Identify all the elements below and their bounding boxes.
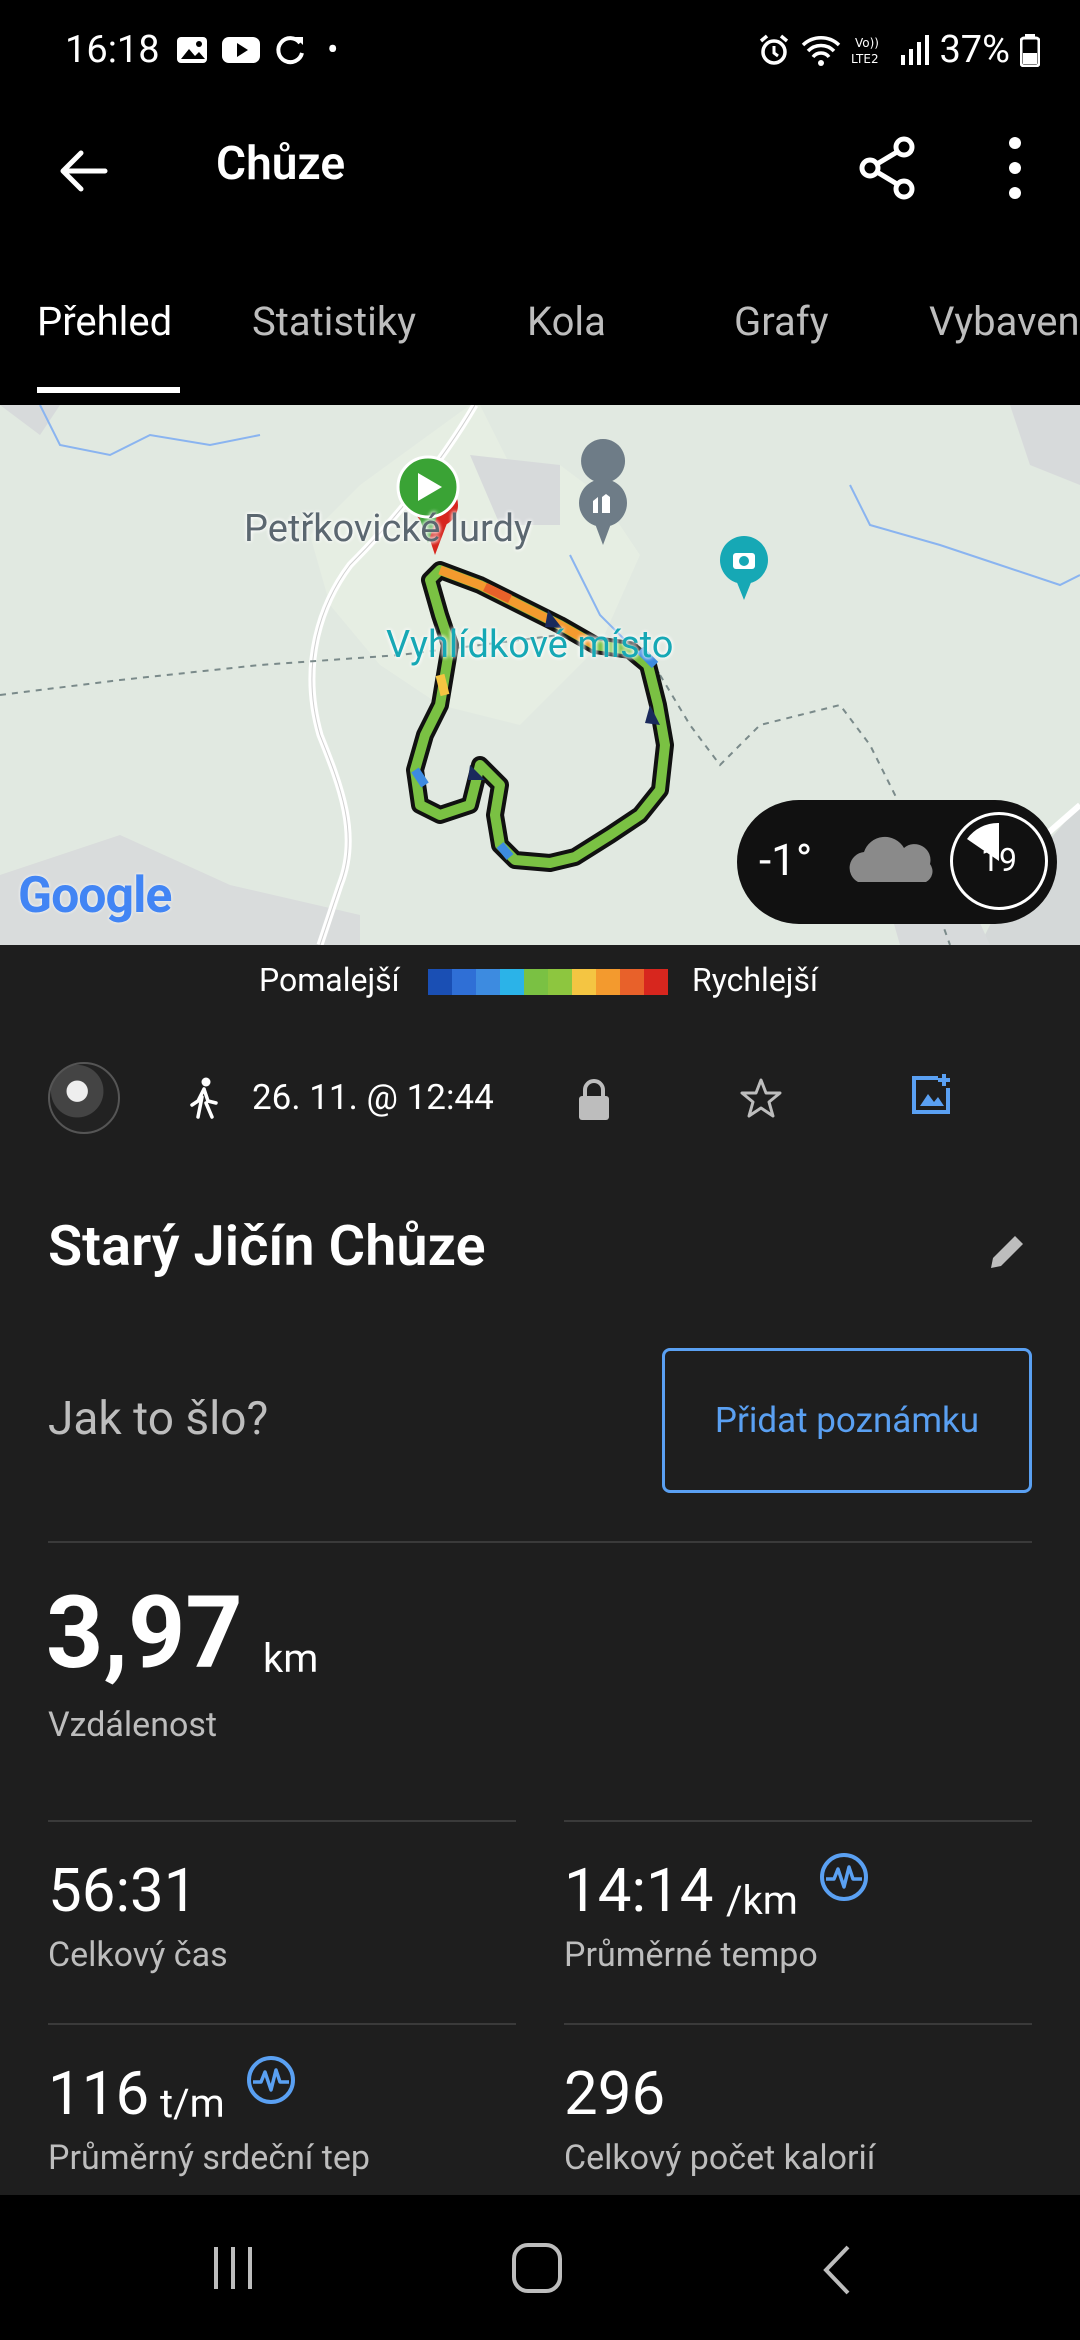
active-tab-indicator [37, 387, 180, 393]
app-bar: Chůze [0, 105, 1080, 230]
map-label-petrkovicke-lurdy: Petřkovické lurdy [244, 507, 532, 551]
calories-label: Celkový počet kalorií [564, 2138, 876, 2178]
add-photo-icon[interactable] [908, 1072, 954, 1118]
calories-value: 296 [564, 2058, 666, 2129]
tab-statistiky[interactable]: Statistiky [252, 298, 416, 345]
divider [564, 2023, 1032, 2025]
add-note-button[interactable]: Přidat poznámku [662, 1348, 1032, 1493]
google-logo: Google [18, 867, 172, 925]
activity-summary: 26. 11. @ 12:44 Starý Jičín Chůze Jak to… [0, 1015, 1080, 2195]
status-time: 16:18 [65, 28, 160, 72]
alarm-icon [760, 34, 789, 65]
divider [564, 1820, 1032, 1822]
route-map[interactable]: Petřkovické lurdy Vyhlídkové místo Googl… [0, 405, 1080, 945]
add-note-label: Přidat poznámku [714, 1400, 980, 1441]
volte-icon: Vo)) LTE2 [851, 36, 879, 66]
wifi-icon [802, 36, 841, 66]
page-title: Chůze [216, 137, 346, 191]
avg-hr-unit: t/m [160, 2080, 225, 2127]
svg-text:LTE2: LTE2 [851, 52, 879, 66]
legend-slower-label: Pomalejší [259, 961, 400, 999]
youtube-icon [222, 37, 260, 63]
recent-apps-icon[interactable] [208, 2243, 258, 2293]
battery-icon [1020, 34, 1040, 67]
moon-phase-icon: 19 [950, 812, 1048, 910]
svg-text:Vo)): Vo)) [855, 36, 879, 50]
heart-rate-chart-icon[interactable] [245, 2054, 297, 2106]
speed-gradient-bar [428, 969, 668, 995]
distance-value: 3,97 [46, 1575, 243, 1692]
system-nav-bar [0, 2195, 1080, 2340]
star-icon[interactable] [740, 1077, 782, 1119]
signal-icon [901, 35, 930, 65]
avg-pace-unit: /km [726, 1877, 798, 1924]
home-icon[interactable] [510, 2241, 564, 2295]
divider [48, 2023, 516, 2025]
avg-hr-label: Průměrný srdeční tep [48, 2138, 371, 2178]
feeling-prompt: Jak to šlo? [48, 1392, 269, 1446]
distance-unit: km [263, 1635, 319, 1682]
avg-pace-value: 14:14 [564, 1855, 714, 1926]
speed-legend: Pomalejší Rychlejší [0, 945, 1080, 1015]
weather-widget[interactable]: -1° 19 [737, 800, 1057, 924]
status-bar: 16:18 • Vo)) LTE2 37% [0, 0, 1080, 105]
walking-icon [190, 1077, 218, 1119]
map-label-vyhlidkove-misto: Vyhlídkové místo [386, 623, 674, 667]
total-time-label: Celkový čas [48, 1935, 228, 1975]
activity-date: 26. 11. @ 12:44 [252, 1077, 494, 1118]
battery-percent: 37% [939, 28, 1010, 72]
gallery-icon [177, 37, 207, 63]
lock-icon[interactable] [576, 1078, 612, 1122]
back-arrow-icon[interactable] [55, 143, 111, 199]
avg-hr-value: 116 [48, 2058, 150, 2129]
legend-faster-label: Rychlejší [692, 961, 818, 999]
back-nav-icon[interactable] [818, 2243, 858, 2297]
more-options-icon[interactable] [1000, 135, 1030, 201]
avg-pace-label: Průměrné tempo [564, 1935, 818, 1975]
pace-chart-icon[interactable] [818, 1851, 870, 1903]
distance-label: Vzdálenost [48, 1705, 218, 1745]
total-time-value: 56:31 [48, 1855, 198, 1926]
tab-bar: Přehled Statistiky Kola Grafy Vybaven [0, 270, 1080, 400]
moon-day: 19 [981, 841, 1017, 879]
divider [48, 1541, 1032, 1543]
tab-grafy[interactable]: Grafy [734, 298, 829, 345]
tab-vybaveni[interactable]: Vybaven [929, 298, 1080, 345]
tab-prehled[interactable]: Přehled [37, 298, 172, 345]
activity-title: Starý Jičín Chůze [48, 1213, 486, 1279]
weather-temperature: -1° [759, 834, 813, 886]
divider [48, 1820, 516, 1822]
avatar[interactable] [48, 1062, 120, 1134]
sync-icon [276, 36, 304, 65]
notification-dot: • [327, 30, 339, 70]
cloud-icon [849, 836, 933, 882]
share-icon[interactable] [858, 135, 918, 201]
tab-kola[interactable]: Kola [527, 298, 606, 345]
edit-pencil-icon[interactable] [985, 1230, 1029, 1274]
